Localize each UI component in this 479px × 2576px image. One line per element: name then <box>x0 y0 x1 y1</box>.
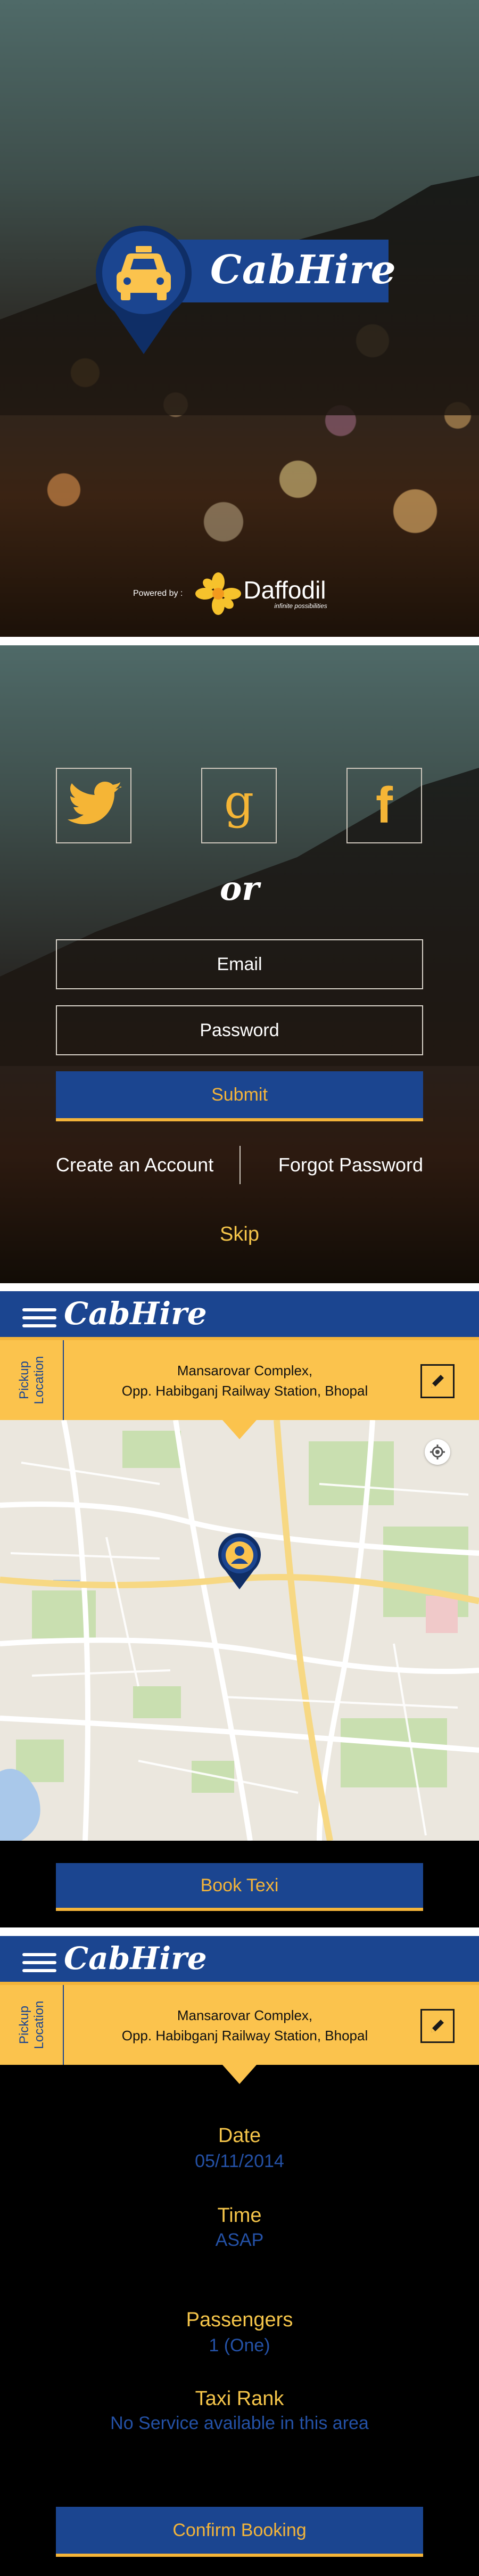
pickup-pointer <box>222 1420 257 1439</box>
pickup-address: Mansarovar Complex, Opp. Habibganj Railw… <box>75 1360 415 1401</box>
passengers-value[interactable]: 1 (One) <box>0 2335 479 2356</box>
screen-divider <box>0 1283 479 1291</box>
map-screen: CabHire Pickup Location Mansarovar Compl… <box>0 1291 479 1927</box>
screen-divider <box>0 1927 479 1936</box>
address-line-1: Mansarovar Complex, <box>177 1363 313 1379</box>
screen-divider <box>0 637 479 645</box>
date-label: Date <box>218 2124 261 2147</box>
booking-screen: CabHire Pickup Location Mansarovar Compl… <box>0 1936 479 2576</box>
create-account-link[interactable]: Create an Account <box>56 1154 213 1176</box>
login-screen: g f or Email Password Submit Create an A… <box>0 645 479 1283</box>
edit-location-button[interactable] <box>420 1364 455 1398</box>
edit-icon <box>431 1375 444 1388</box>
forgot-password-link[interactable]: Forgot Password <box>278 1154 423 1176</box>
address-line-1: Mansarovar Complex, <box>177 2007 313 2023</box>
daffodil-flower-icon <box>195 572 242 615</box>
hamburger-icon[interactable] <box>22 1953 56 1972</box>
time-value[interactable]: ASAP <box>0 2230 479 2251</box>
app-name: CabHire <box>210 247 397 293</box>
taxi-rank-label: Taxi Rank <box>195 2388 284 2410</box>
link-divider <box>240 1146 241 1184</box>
date-value[interactable]: 05/11/2014 <box>0 2151 479 2172</box>
email-field[interactable]: Email <box>56 939 423 989</box>
company-name: Daffodil <box>243 576 326 604</box>
address-line-2: Opp. Habibganj Railway Station, Bhopal <box>121 2028 368 2044</box>
twitter-icon <box>68 782 122 824</box>
confirm-booking-button[interactable]: Confirm Booking <box>56 2507 423 2557</box>
taxi-rank-value: No Service available in this area <box>110 2413 369 2433</box>
powered-by-label: Powered by : <box>133 589 183 598</box>
splash-screen: CabHire Powered by : Daffodil infinite p… <box>0 0 479 637</box>
locate-me-icon[interactable] <box>425 1439 450 1465</box>
powered-by: Powered by : Daffodil infinite possibili… <box>133 572 327 615</box>
password-field[interactable]: Password <box>56 1005 423 1055</box>
passengers-label: Passengers <box>186 2309 293 2331</box>
email-placeholder: Email <box>217 954 262 974</box>
location-pin-icon[interactable] <box>216 1532 263 1590</box>
map-view[interactable] <box>0 1420 479 1841</box>
pickup-location-bar: Pickup Location Mansarovar Complex, Opp.… <box>0 1340 479 1420</box>
book-taxi-button[interactable]: Book Texi <box>56 1863 423 1911</box>
pickup-label: Pickup <box>17 1360 31 1400</box>
app-logo: CabHire <box>93 224 396 362</box>
location-label: Location <box>32 1356 46 1405</box>
pickup-label: Pickup <box>17 2005 31 2045</box>
location-pin-icon <box>96 225 192 354</box>
edit-location-button[interactable] <box>420 2009 455 2043</box>
header-app-name: CabHire <box>64 1940 207 1976</box>
skip-link[interactable]: Skip <box>0 1223 479 1246</box>
google-icon: g <box>224 774 254 829</box>
facebook-login-button[interactable]: f <box>346 768 422 843</box>
or-separator: or <box>219 869 260 908</box>
pickup-pointer <box>222 2065 257 2084</box>
address-line-2: Opp. Habibganj Railway Station, Bhopal <box>121 1383 368 1399</box>
edit-icon <box>431 2020 444 2032</box>
location-label: Location <box>32 2000 46 2049</box>
street-map <box>0 1420 479 1841</box>
google-login-button[interactable]: g <box>201 768 277 843</box>
pickup-side-panel: Pickup Location <box>0 1985 64 2065</box>
company-tagline: infinite possibilities <box>274 602 327 610</box>
app-header: CabHire <box>0 1936 479 1985</box>
pickup-side-panel: Pickup Location <box>0 1340 64 1420</box>
hamburger-icon[interactable] <box>22 1308 56 1327</box>
header-app-name: CabHire <box>64 1295 207 1332</box>
submit-button[interactable]: Submit <box>56 1071 423 1121</box>
pickup-address: Mansarovar Complex, Opp. Habibganj Railw… <box>75 2005 415 2046</box>
password-placeholder: Password <box>200 1020 279 1040</box>
app-header: CabHire <box>0 1291 479 1340</box>
pickup-location-bar: Pickup Location Mansarovar Complex, Opp.… <box>0 1985 479 2065</box>
twitter-login-button[interactable] <box>56 768 131 843</box>
facebook-icon: f <box>376 777 393 834</box>
time-label: Time <box>217 2204 262 2227</box>
